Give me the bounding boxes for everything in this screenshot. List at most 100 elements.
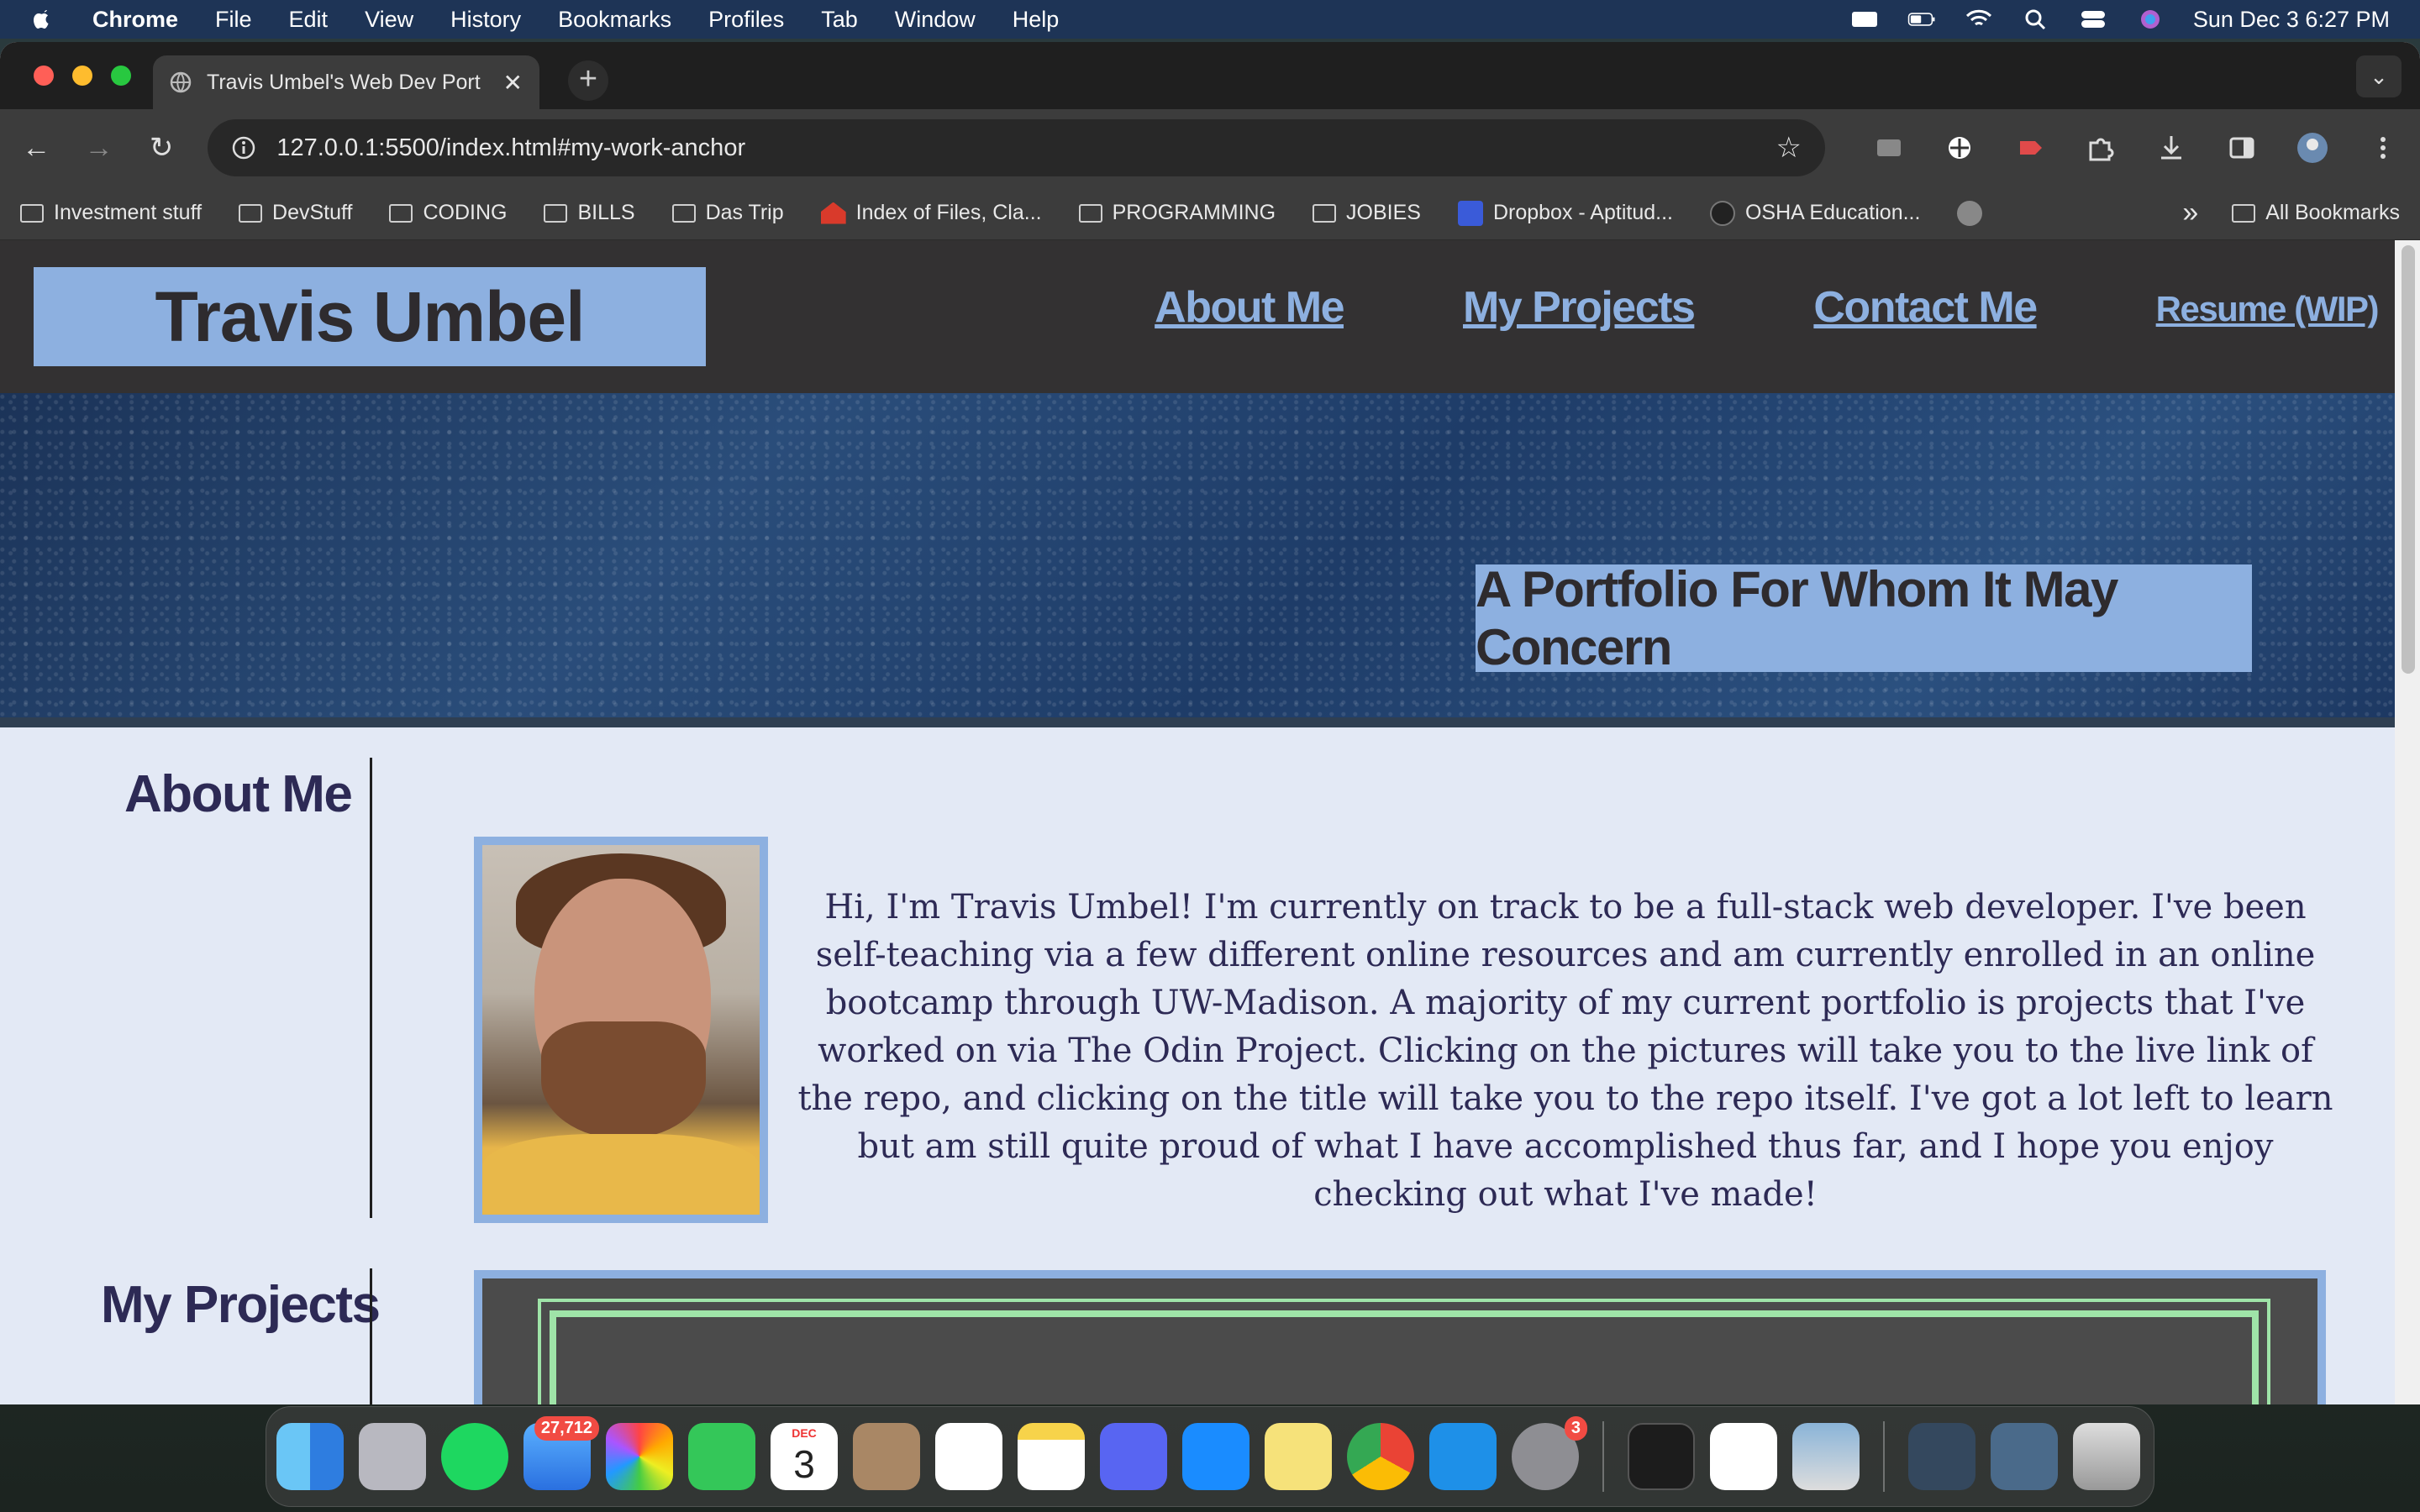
download-icon[interactable] [2154, 131, 2188, 165]
bookmarks-bar: Investment stuff DevStuff CODING BILLS D… [0, 186, 2420, 240]
close-tab-icon[interactable]: ✕ [503, 69, 523, 97]
control-center-icon[interactable] [2079, 8, 2107, 30]
spotify-icon[interactable] [441, 1423, 508, 1490]
recent-window-thumbnail[interactable] [1908, 1423, 1975, 1490]
photos-icon[interactable] [606, 1423, 673, 1490]
menu-view[interactable]: View [365, 7, 413, 33]
bookmark-coding[interactable]: CODING [389, 201, 507, 225]
site-logo: Travis Umbel [34, 267, 706, 366]
site-header: Travis Umbel About Me My Projects Contac… [0, 240, 2420, 393]
spotlight-search-icon[interactable] [2022, 8, 2050, 30]
menu-app-chrome[interactable]: Chrome [92, 7, 178, 33]
profile-photo [482, 845, 760, 1215]
menu-bookmarks[interactable]: Bookmarks [558, 7, 671, 33]
launchpad-icon[interactable] [359, 1423, 426, 1490]
zoom-window-button[interactable] [111, 66, 131, 86]
battery-icon[interactable] [1907, 8, 1936, 30]
about-divider [370, 758, 372, 1218]
bookmark-index-of-files[interactable]: Index of Files, Cla... [820, 201, 1042, 225]
more-bookmarks-button[interactable]: » [2182, 197, 2198, 229]
bookmark-bills[interactable]: BILLS [544, 201, 635, 225]
nav-about-me-link[interactable]: About Me [1155, 282, 1344, 333]
chrome-icon[interactable] [1347, 1423, 1414, 1490]
crosshair-extension-icon[interactable] [1943, 131, 1976, 165]
menu-file[interactable]: File [215, 7, 252, 33]
tab-active[interactable]: Travis Umbel's Web Dev Port ✕ [153, 55, 539, 109]
bookmark-devstuff[interactable]: DevStuff [239, 201, 352, 225]
minimize-window-button[interactable] [72, 66, 92, 86]
folder-icon [671, 203, 696, 223]
menu-window[interactable]: Window [895, 7, 976, 33]
record-extension-icon[interactable] [2013, 131, 2047, 165]
site-info-icon[interactable] [231, 135, 256, 160]
my-projects-heading: My Projects [101, 1276, 381, 1334]
slack-icon[interactable] [1710, 1423, 1777, 1490]
page-scrollbar[interactable] [2395, 240, 2420, 1404]
discord-icon[interactable] [1100, 1423, 1167, 1490]
menu-profiles[interactable]: Profiles [708, 7, 784, 33]
tab-strip: Travis Umbel's Web Dev Port ✕ + ⌄ [0, 42, 2420, 109]
page-viewport: Travis Umbel About Me My Projects Contac… [0, 240, 2420, 1404]
menu-history[interactable]: History [450, 7, 521, 33]
bookmark-programming[interactable]: PROGRAMMING [1078, 201, 1276, 225]
side-panel-icon[interactable] [2225, 131, 2259, 165]
reminders-icon[interactable] [935, 1423, 1002, 1490]
preview-icon[interactable] [1792, 1423, 1860, 1490]
facetime-icon[interactable] [688, 1423, 755, 1490]
bookmark-das-trip[interactable]: Das Trip [671, 201, 784, 225]
extension-icons [1872, 131, 2400, 165]
trash-icon[interactable] [2073, 1423, 2140, 1490]
system-settings-icon[interactable]: 3 [1512, 1416, 1587, 1490]
folder-icon [239, 203, 263, 223]
wifi-icon[interactable] [1965, 8, 1993, 30]
url-text[interactable]: 127.0.0.1:5500/index.html#my-work-anchor [276, 134, 1755, 162]
stickies-icon[interactable] [1265, 1423, 1332, 1490]
folder-icon [1313, 203, 1337, 223]
nav-contact-me-link[interactable]: Contact Me [1813, 282, 2038, 333]
address-bar[interactable]: 127.0.0.1:5500/index.html#my-work-anchor… [208, 119, 1826, 176]
menubar-clock[interactable]: Sun Dec 3 6:27 PM [2193, 7, 2390, 33]
browser-toolbar: ← → ↻ 127.0.0.1:5500/index.html#my-work-… [0, 109, 2420, 186]
keyboard-icon[interactable] [1850, 8, 1879, 30]
profile-avatar[interactable] [2296, 131, 2329, 165]
notes-icon[interactable] [1018, 1423, 1085, 1490]
back-button[interactable]: ← [20, 132, 52, 165]
globe-bookmark-icon[interactable] [1957, 200, 1983, 226]
nav-resume-link[interactable]: Resume (WIP) [2156, 289, 2380, 333]
projects-divider [370, 1268, 372, 1404]
downloads-stack-icon[interactable] [1991, 1423, 2058, 1490]
settings-badge: 3 [1564, 1416, 1587, 1441]
bookmark-label: Investment stuff [54, 201, 203, 224]
all-bookmarks-button[interactable]: All Bookmarks [2232, 201, 2400, 225]
terminal-icon[interactable] [1628, 1423, 1695, 1490]
app-store-icon[interactable] [1182, 1423, 1249, 1490]
bookmark-jobies[interactable]: JOBIES [1313, 201, 1421, 225]
finder-icon[interactable] [276, 1423, 344, 1490]
menu-help[interactable]: Help [1013, 7, 1060, 33]
contacts-icon[interactable] [853, 1423, 920, 1490]
extensions-puzzle-icon[interactable] [2084, 131, 2118, 165]
new-tab-button[interactable]: + [568, 60, 608, 101]
scrollbar-thumb[interactable] [2402, 245, 2415, 674]
calendar-icon[interactable]: DEC 3 [771, 1423, 838, 1490]
bookmark-star-icon[interactable]: ☆ [1776, 131, 1802, 165]
dock-separator [1883, 1421, 1885, 1492]
close-window-button[interactable] [34, 66, 54, 86]
menu-tab[interactable]: Tab [821, 7, 858, 33]
forward-button[interactable]: → [82, 132, 114, 165]
nav-my-projects-link[interactable]: My Projects [1463, 282, 1696, 333]
reload-button[interactable]: ↻ [145, 131, 177, 165]
tab-search-button[interactable]: ⌄ [2356, 55, 2402, 97]
apple-icon[interactable] [30, 7, 55, 32]
vscode-icon[interactable] [1429, 1423, 1497, 1490]
siri-icon[interactable] [2136, 8, 2165, 30]
projects-card[interactable] [474, 1270, 2326, 1404]
bookmark-label: OSHA Education... [1744, 201, 1921, 224]
bookmark-investment-stuff[interactable]: Investment stuff [20, 201, 202, 225]
menu-edit[interactable]: Edit [289, 7, 329, 33]
bookmark-dropbox[interactable]: Dropbox - Aptitud... [1457, 200, 1673, 226]
bookmark-osha[interactable]: OSHA Education... [1709, 200, 1921, 226]
css-extension-icon[interactable] [1872, 131, 1906, 165]
browser-menu-icon[interactable] [2366, 131, 2400, 165]
mail-icon[interactable]: 27,712 [523, 1416, 599, 1490]
